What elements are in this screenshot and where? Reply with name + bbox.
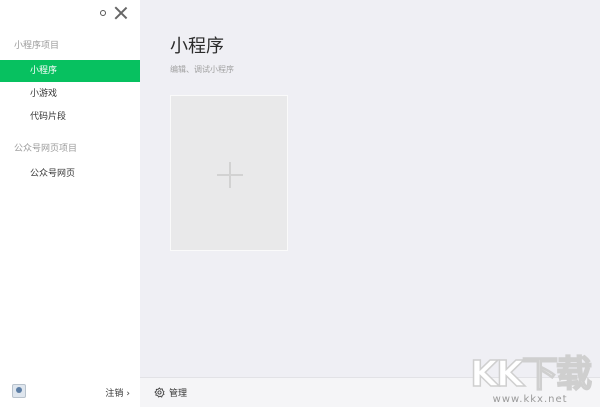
sidebar-item-minigame[interactable]: 小游戏 [0, 83, 140, 105]
main-panel: 小程序 编辑、调试小程序 管理 KK下载 www.kkx.net [140, 0, 600, 407]
sidebar-item-official-account-web[interactable]: 公众号网页 [0, 163, 140, 185]
window-controls [100, 6, 128, 20]
add-project-card[interactable] [170, 95, 288, 251]
watermark-url: www.kkx.net [492, 394, 568, 405]
sidebar-item-miniprogram[interactable]: 小程序 [0, 60, 140, 82]
chevron-right-icon: › [126, 389, 130, 399]
page-subtitle: 编辑、调试小程序 [170, 65, 234, 74]
section-title-miniprogram: 小程序项目 [14, 41, 60, 51]
logout-button[interactable]: 注销 › [105, 386, 130, 399]
close-icon[interactable] [114, 6, 128, 20]
gear-icon [154, 387, 165, 398]
logout-label: 注销 [105, 389, 124, 399]
sidebar: 小程序项目 小程序 小游戏 代码片段 公众号网页项目 公众号网页 注销 › [0, 0, 140, 407]
sidebar-footer: 注销 › [0, 377, 140, 407]
watermark-logo-text: KK下载 [469, 354, 592, 395]
manage-label: 管理 [169, 389, 188, 399]
avatar[interactable] [12, 384, 26, 398]
page-title: 小程序 [170, 36, 224, 57]
sidebar-item-code-snippet[interactable]: 代码片段 [0, 106, 140, 128]
settings-dot-icon[interactable] [100, 10, 106, 16]
plus-icon [217, 162, 243, 188]
section-title-official-account: 公众号网页项目 [14, 144, 78, 154]
manage-button[interactable]: 管理 [154, 386, 187, 399]
watermark-logo: KK下载 www.kkx.net [469, 354, 592, 405]
